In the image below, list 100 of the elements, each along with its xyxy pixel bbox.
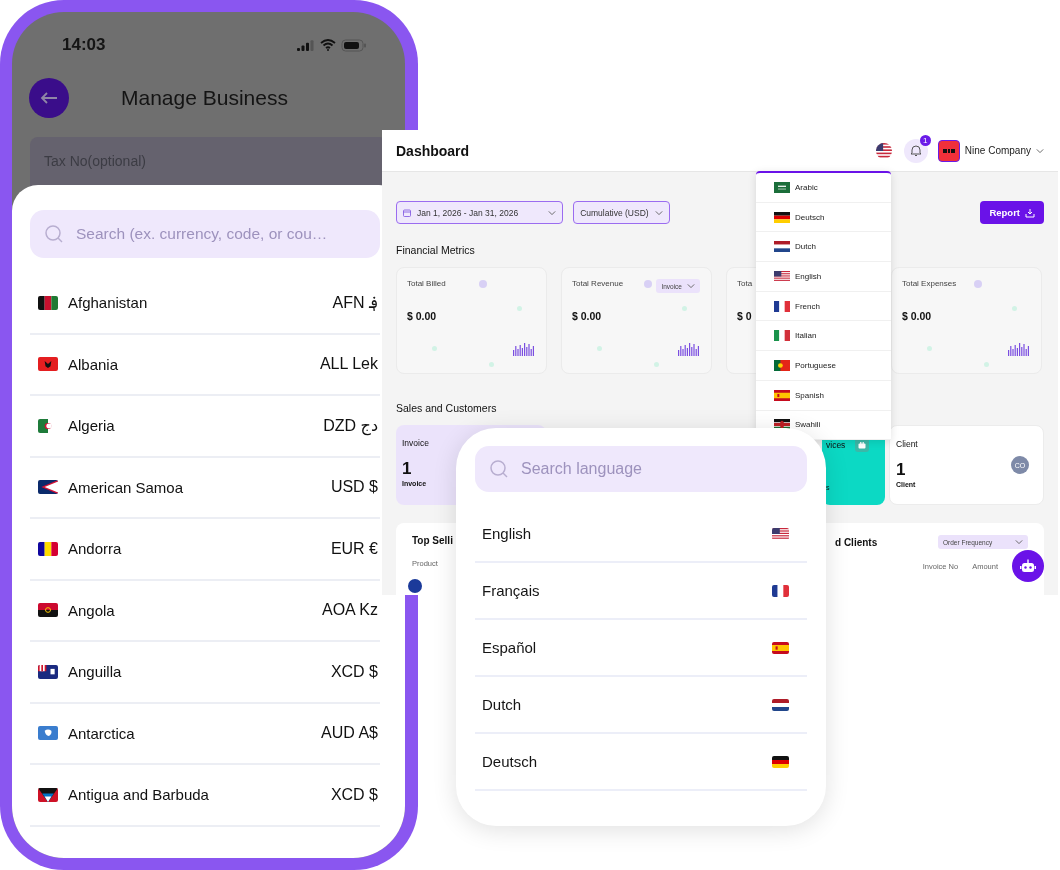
bar-chart-icon xyxy=(513,342,535,356)
language-name: Français xyxy=(482,582,540,599)
search-field[interactable]: Search (ex. currency, code, or cou… xyxy=(30,210,380,258)
card-title: Invoice xyxy=(402,438,429,448)
report-button[interactable]: Report xyxy=(980,201,1044,224)
search-icon xyxy=(489,459,509,479)
language-option[interactable]: Spanish xyxy=(756,380,891,411)
flag-icon xyxy=(772,755,789,768)
language-name: Español xyxy=(482,639,537,656)
flag-icon xyxy=(774,211,790,223)
section-title: Sales and Customers xyxy=(396,402,497,414)
back-arrow-icon xyxy=(40,91,58,105)
notification-button[interactable]: 1 xyxy=(903,138,928,163)
country-name: Andorra xyxy=(68,540,123,558)
language-name: Dutch xyxy=(482,696,522,713)
country-row[interactable]: Anguilla XCD $ xyxy=(30,642,380,704)
currency-code: USD $ xyxy=(330,478,378,497)
language-option[interactable]: Dutch xyxy=(756,232,891,263)
flag-icon xyxy=(38,726,58,741)
country-name: Algeria xyxy=(68,417,116,435)
language-option[interactable]: French xyxy=(756,291,891,322)
currency-code: AUD A$ xyxy=(321,724,378,743)
chevron-down-icon xyxy=(548,209,557,216)
country-row[interactable]: Albania ALL Lek xyxy=(30,334,380,396)
metric-title: Tota xyxy=(737,279,753,288)
bar-chart-icon xyxy=(1008,342,1030,356)
country-name: Antarctica xyxy=(68,724,136,742)
back-button[interactable] xyxy=(29,78,69,118)
bell-icon xyxy=(909,144,922,157)
country-row[interactable]: Angola AOA Kz xyxy=(30,580,380,642)
language-option[interactable]: Deutsch xyxy=(756,202,891,233)
battery-icon xyxy=(341,38,367,52)
country-row[interactable]: Andorra EUR € xyxy=(30,519,380,581)
flag-icon xyxy=(772,584,789,597)
chevron-down-icon xyxy=(1015,539,1023,545)
flag-icon xyxy=(38,664,58,679)
card-value: 1 xyxy=(896,461,906,478)
country-name: American Samoa xyxy=(68,478,185,496)
wifi-icon xyxy=(320,39,336,51)
currency-code: EUR € xyxy=(330,539,378,558)
flag-icon xyxy=(38,480,58,495)
language-name: English xyxy=(482,525,532,542)
currency-code: ALL Lek xyxy=(319,355,378,374)
search-field[interactable]: Search language xyxy=(475,446,807,492)
currency-code: AFN ؋ xyxy=(332,293,378,313)
country-name: Anguilla xyxy=(68,663,123,681)
status-time: 14:03 xyxy=(62,35,106,55)
chevron-down-icon xyxy=(654,209,663,216)
decor-dot xyxy=(654,362,659,367)
country-name: Antigua and Barbuda xyxy=(68,786,210,804)
screen-title: Manage Business xyxy=(121,86,288,110)
country-row[interactable]: Antarctica AUD A$ xyxy=(30,703,380,765)
flag-icon xyxy=(774,330,790,342)
card-title: vices xyxy=(826,440,846,450)
decor-dot xyxy=(517,306,522,311)
language-row[interactable]: Deutsch xyxy=(475,734,807,791)
language-flag-icon[interactable] xyxy=(875,142,892,159)
flag-icon xyxy=(38,357,58,372)
date-range-select[interactable]: Jan 1, 2026 - Jan 31, 2026 xyxy=(396,201,564,224)
language-row[interactable]: Dutch xyxy=(475,677,807,734)
language-option[interactable]: Italian xyxy=(756,321,891,352)
chevron-down-icon xyxy=(1036,147,1044,154)
decor-dot xyxy=(984,362,989,367)
language-row[interactable]: English xyxy=(475,506,807,563)
country-row[interactable]: American Samoa USD $ xyxy=(30,457,380,519)
metric-title: Total Revenue xyxy=(572,279,624,288)
language-option[interactable]: English xyxy=(756,262,891,292)
decor-dot xyxy=(489,362,494,367)
page-title: Dashboard xyxy=(396,142,471,159)
language-name: Deutsch xyxy=(482,753,538,770)
chevron-down-icon xyxy=(687,283,695,289)
currency-mode-select[interactable]: Cumulative (USD) xyxy=(573,201,670,224)
flag-icon xyxy=(774,241,790,253)
metric-value: $ 0 xyxy=(737,310,752,322)
language-option[interactable]: Arabic xyxy=(756,173,891,203)
decor-dot xyxy=(927,346,932,351)
section-title: Financial Metrics xyxy=(396,244,475,256)
logo-mark-icon xyxy=(942,148,955,153)
decor-dot xyxy=(597,346,602,351)
country-name: Afghanistan xyxy=(68,294,149,312)
country-name: Albania xyxy=(68,355,120,373)
metric-value: $ 0.00 xyxy=(572,310,602,322)
language-row[interactable]: Français xyxy=(475,563,807,620)
decor-dot xyxy=(644,280,652,288)
signal-icon xyxy=(297,39,315,51)
currency-code: XCD $ xyxy=(330,662,378,681)
notification-badge: 1 xyxy=(919,134,931,146)
language-option[interactable]: Portuguese xyxy=(756,351,891,381)
calendar-icon xyxy=(403,208,411,217)
company-menu[interactable]: Nine Company xyxy=(964,145,1044,156)
card-title: Client xyxy=(896,439,918,449)
country-row[interactable]: Antigua and Barbuda XCD $ xyxy=(30,765,380,827)
panel-title: d Clients xyxy=(835,536,879,548)
metric-value: $ 0.00 xyxy=(902,310,932,322)
flag-icon xyxy=(774,181,790,193)
language-row[interactable]: Español xyxy=(475,620,807,677)
flag-icon xyxy=(38,295,58,310)
currency-code: DZD دج xyxy=(323,416,378,436)
flag-icon xyxy=(38,787,58,802)
search-icon xyxy=(44,224,64,244)
